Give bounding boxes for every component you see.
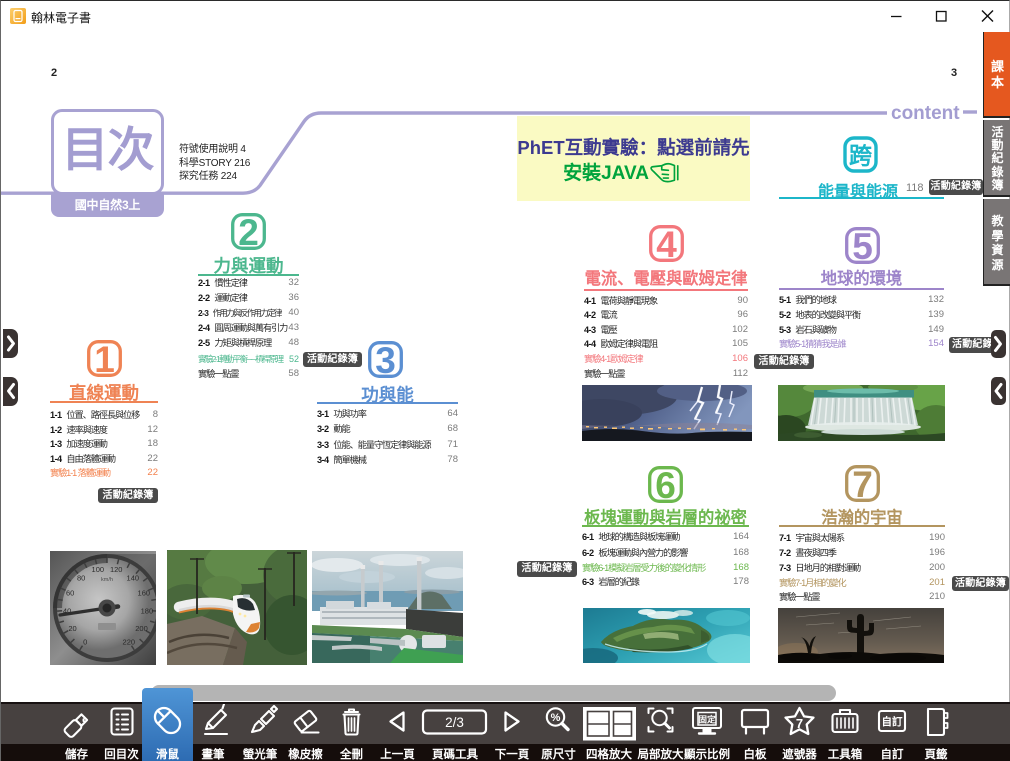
svg-text:0: 0 [83,638,87,647]
svg-text:自訂: 自訂 [882,715,903,728]
svg-text:7: 7 [852,465,873,502]
svg-text:200: 200 [135,624,148,633]
svg-text:20: 20 [68,624,76,633]
svg-text:100: 100 [92,565,105,574]
svg-text:6: 6 [655,466,676,503]
svg-text:5: 5 [852,227,873,264]
svg-text:140: 140 [127,573,140,582]
svg-text:120: 120 [110,565,123,574]
svg-text:跨: 跨 [849,143,873,169]
svg-text:%: % [551,712,561,724]
svg-text:60: 60 [66,588,74,597]
svg-text:2: 2 [238,213,259,250]
svg-text:7: 7 [796,716,803,731]
svg-text:220: 220 [123,638,136,647]
svg-text:4: 4 [656,225,677,262]
svg-text:180: 180 [141,607,154,616]
svg-text:固定: 固定 [698,714,716,725]
svg-text:160: 160 [138,588,151,597]
svg-text:80: 80 [77,573,85,582]
svg-text:km/h: km/h [101,577,113,583]
svg-text:2/3: 2/3 [445,715,464,730]
